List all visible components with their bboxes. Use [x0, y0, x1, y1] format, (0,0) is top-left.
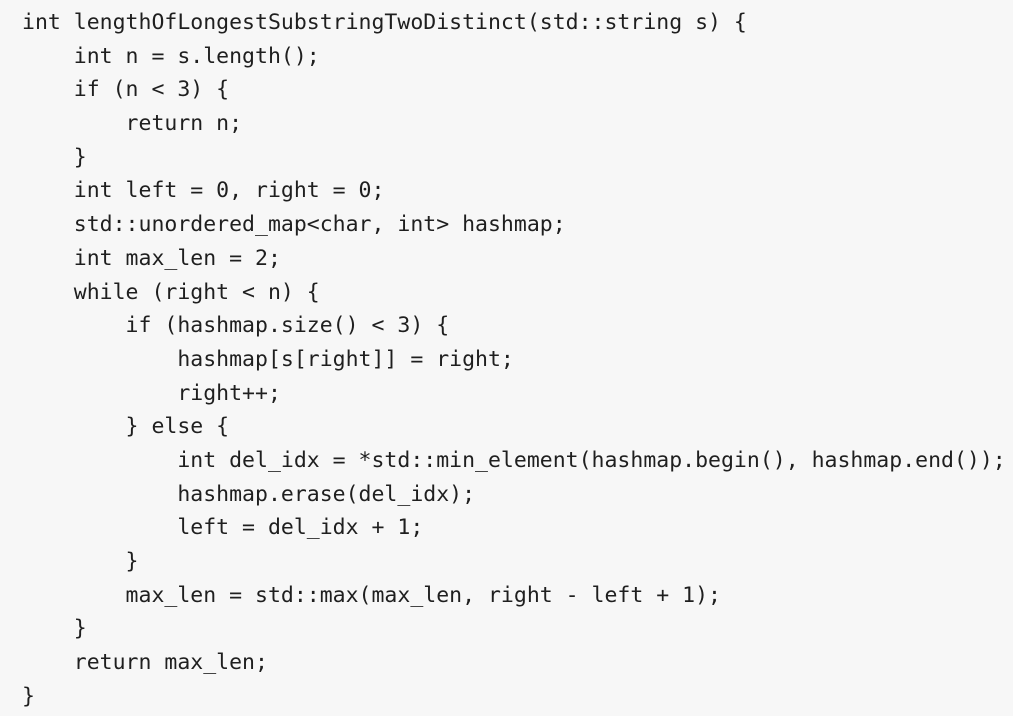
code-line: while (right < n) { [22, 279, 320, 305]
code-line: left = del_idx + 1; [22, 515, 424, 541]
code-line: int max_len = 2; [22, 245, 281, 271]
code-line: std::unordered_map<char, int> hashmap; [22, 212, 566, 238]
code-line: int left = 0, right = 0; [22, 178, 385, 204]
code-line: } else { [22, 414, 230, 440]
code-line: } [22, 144, 87, 170]
code-line: if (hashmap.size() < 3) { [22, 313, 450, 339]
code-line: } [22, 549, 139, 574]
code-line: hashmap.erase(del_idx); [22, 481, 476, 507]
code-line: return n; [22, 111, 243, 137]
code-line: right++; [22, 380, 281, 406]
code-line: return max_len; [22, 650, 268, 676]
code-line: hashmap[s[right]] = right; [22, 346, 514, 372]
code-line: if (n < 3) { [22, 77, 230, 103]
code-line: max_len = std::max(max_len, right - left… [22, 582, 721, 608]
code-line: int n = s.length(); [22, 43, 320, 69]
code-line: } [22, 616, 87, 642]
code-block: int lengthOfLongestSubstringTwoDistinct(… [0, 0, 1013, 716]
code-line: } [22, 683, 35, 709]
code-line: int lengthOfLongestSubstringTwoDistinct(… [22, 10, 747, 35]
code-line: int del_idx = *std::min_element(hashmap.… [22, 447, 1006, 473]
